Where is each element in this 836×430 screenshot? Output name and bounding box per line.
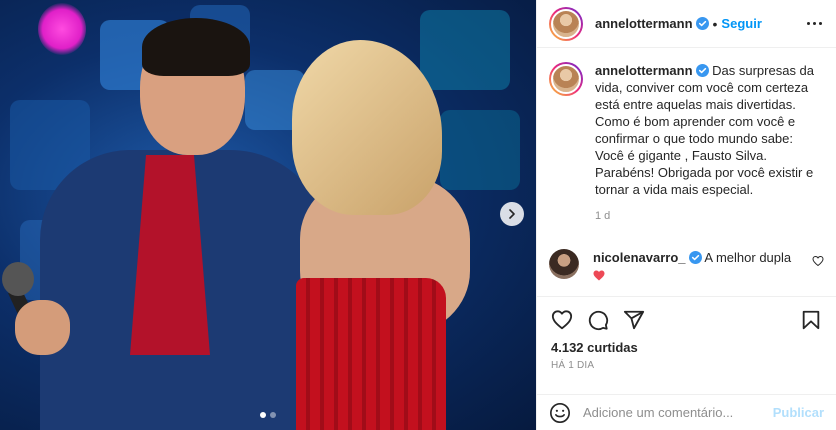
red-dress — [296, 278, 446, 430]
next-icon — [509, 209, 515, 219]
likes-count[interactable]: 4.132 curtidas — [551, 340, 822, 355]
comment-input[interactable] — [583, 405, 773, 420]
man-hand — [15, 300, 70, 355]
author-username[interactable]: annelottermann — [595, 16, 693, 31]
post-actions: 4.132 curtidas HÁ 1 DIA — [537, 296, 836, 394]
comment-icon[interactable] — [587, 309, 609, 331]
add-comment-bar: Publicar — [537, 394, 836, 430]
slide-indicator — [260, 412, 276, 418]
slide-dot-active — [260, 412, 266, 418]
stage-light-panel — [420, 10, 510, 90]
post-image[interactable] — [0, 0, 536, 430]
caption-username[interactable]: annelottermann — [595, 63, 693, 78]
caption-text: Das surpresas da vida, conviver com você… — [595, 63, 815, 197]
post-side-panel: annelottermann • Seguir annelottermann D… — [536, 0, 836, 430]
verified-icon — [695, 17, 709, 30]
post-dialog: annelottermann • Seguir annelottermann D… — [0, 0, 836, 430]
heart-emoji-icon — [593, 270, 605, 281]
emoji-icon[interactable] — [549, 402, 571, 424]
save-icon[interactable] — [800, 309, 822, 331]
comments-section: annelottermann Das surpresas da vida, co… — [537, 48, 836, 296]
comment-like-icon[interactable] — [812, 255, 824, 267]
comment-text: A melhor dupla — [704, 250, 792, 265]
next-slide-button[interactable] — [500, 202, 524, 226]
post-header: annelottermann • Seguir — [537, 0, 836, 48]
author-avatar[interactable] — [549, 62, 583, 96]
verified-icon — [688, 251, 702, 264]
post-caption: annelottermann Das surpresas da vida, co… — [549, 62, 824, 225]
comment-username[interactable]: nicolenavarro_ — [593, 250, 686, 265]
stage-light-panel — [440, 110, 520, 190]
share-icon[interactable] — [623, 309, 645, 331]
like-icon[interactable] — [551, 309, 573, 331]
verified-icon — [695, 64, 709, 77]
microphone — [2, 262, 34, 296]
separator-dot: • — [712, 15, 718, 32]
caption-age: 1 d — [595, 210, 611, 222]
publish-button[interactable]: Publicar — [773, 405, 824, 420]
post-timestamp: HÁ 1 DIA — [551, 360, 595, 371]
comment-item: nicolenavarro_ A melhor dupla — [549, 249, 824, 285]
commenter-avatar[interactable] — [549, 249, 579, 279]
slide-dot — [270, 412, 276, 418]
magenta-light — [38, 3, 86, 55]
follow-button[interactable]: Seguir — [721, 16, 761, 31]
author-avatar[interactable] — [549, 6, 583, 41]
more-icon[interactable] — [807, 22, 822, 25]
man-hair — [142, 18, 250, 76]
